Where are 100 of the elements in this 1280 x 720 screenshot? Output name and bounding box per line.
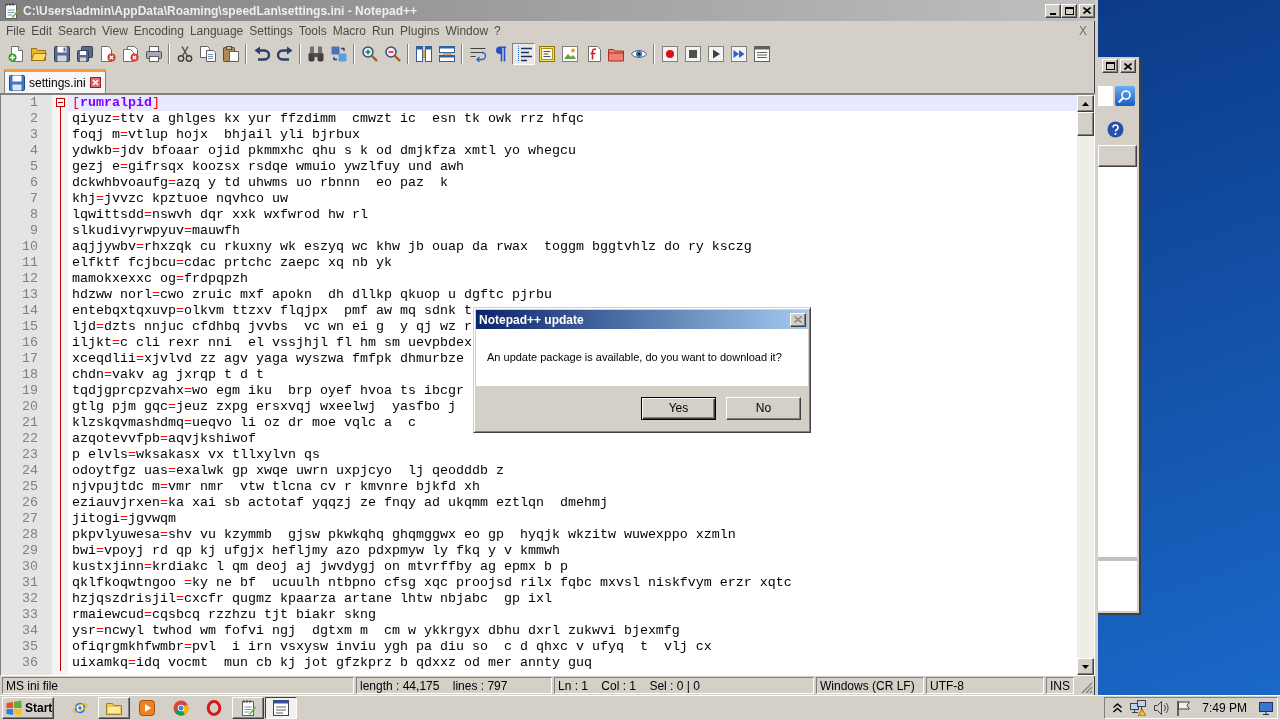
desktop-icon[interactable]	[1259, 701, 1273, 715]
code-line: [rumralpid]	[72, 95, 160, 111]
line-number: 9	[30, 223, 38, 239]
code-line: uixamkq=idq vocmt mun cb kj jot gfzkprz b qdxxz od mer annty guq	[72, 655, 592, 671]
triangle-up-icon	[1082, 101, 1089, 106]
line-number: 23	[22, 447, 38, 463]
close-icon	[1124, 62, 1132, 70]
picture-icon	[561, 46, 578, 62]
menu-item[interactable]: View	[99, 22, 131, 40]
code-line: tqdjgprcpzvahx=wo egm iku brp oyef hvoa ts ibcgr	[72, 383, 464, 399]
help-icon[interactable]	[1107, 121, 1124, 138]
speaker-icon[interactable]	[1154, 701, 1170, 715]
line-number: 25	[22, 479, 38, 495]
menu-item[interactable]: Settings	[246, 22, 296, 40]
resize-grip-icon[interactable]	[1081, 681, 1093, 694]
notepad-icon	[239, 700, 256, 716]
maximize-icon	[1064, 6, 1074, 15]
code-line: dckwhbvoaufg=azq y td uhwms uo rbnnn eo paz k	[72, 175, 448, 191]
start-button[interactable]: Start	[2, 697, 54, 719]
close-button[interactable]	[1120, 59, 1136, 73]
code-line: gezj e=gifrsqx koozsx rsdqe wmuio ywzlfuy und awh	[72, 159, 464, 175]
code-line: khj=jvvzc kpztuoe nqvhco uw	[72, 191, 288, 207]
taskbar-button[interactable]	[265, 697, 297, 719]
code-line: gtlg pjm gqc=jeuz zxpg ersxvqj wxeelwj yasfbo j	[72, 399, 456, 415]
close-icon[interactable]	[89, 77, 101, 88]
window-title: C:\Users\admin\AppData\Roaming\speedLan\settings.ini - Notepad++	[23, 2, 418, 20]
minimize-icon	[1050, 12, 1056, 15]
code-line: hzjqszdrisjil=cxcfr qugmz kpaarza artane lhtw nbjabc gp ixl	[72, 591, 552, 607]
code-line: ydwkb=jdv bfoaar ojid pkmmxhc qhu s k od dmjkfza xmtl yo whegcu	[72, 143, 576, 159]
line-number: 8	[30, 207, 38, 223]
tab[interactable]: settings.ini	[4, 69, 106, 93]
line-number: 2	[30, 111, 38, 127]
code-line: odoytfgz uas=exalwk gp xwqe uwrn uxpjcyo lj qeodddb z	[72, 463, 504, 479]
framed-page-icon	[538, 46, 555, 62]
menu-item[interactable]: File	[3, 22, 29, 40]
code-line: pkpvlyuwesa=shv vu kzymmb gjsw pkwkqhq ghqmggwx eo gp hyqjk wkzitw wuwexppo xzmln	[72, 527, 736, 543]
close-icon	[1083, 7, 1091, 14]
ring-icon	[206, 700, 222, 716]
window-list-icon	[273, 700, 289, 716]
scroll-up-button[interactable]	[1077, 95, 1094, 112]
line-number: 30	[22, 559, 38, 575]
minimize-button[interactable]	[1045, 3, 1061, 18]
menu-item[interactable]: Tools	[295, 22, 330, 40]
code-line: qiyuz=ttv a ghlges kx yur ffzdimm cmwzt ic esn tk owk rrz hfqc	[72, 111, 584, 127]
status-field: MS ini file	[2, 677, 354, 694]
status-field: INS	[1046, 677, 1074, 694]
line-number: 15	[22, 319, 38, 335]
dialog-button[interactable]: Yes	[641, 396, 716, 420]
menu-item[interactable]: Macro	[329, 22, 369, 40]
status-field: UTF-8	[926, 677, 1044, 694]
dialog-button[interactable]: No	[726, 396, 801, 420]
maximize-button[interactable]	[1061, 3, 1077, 18]
code-line: mamokxexxc og=frdpqpzh	[72, 271, 248, 287]
menu-item[interactable]: Edit	[28, 22, 56, 40]
clipboard-icon	[222, 46, 239, 62]
line-number: 36	[22, 655, 38, 671]
dialog-title: Notepad++ update	[479, 311, 584, 329]
search-field[interactable]	[1098, 86, 1113, 106]
menu-item[interactable]: Search	[55, 22, 100, 40]
double-chevron-up-icon[interactable]	[1113, 703, 1123, 713]
search-button[interactable]	[1115, 86, 1135, 106]
menu-item[interactable]: Window	[442, 22, 492, 40]
menu-item[interactable]: Run	[369, 22, 398, 40]
pages-close-icon	[122, 46, 139, 62]
code-line: aqjjywbv=rhxzqk cu rkuxny wk eszyq wc khw jb ouap da rwax toggm bggtvhlz do ry ksczg	[72, 239, 752, 255]
scroll-down-button[interactable]	[1077, 658, 1094, 675]
line-number: 20	[22, 399, 38, 415]
menu-item[interactable]: Encoding	[130, 22, 187, 40]
minus-box-icon[interactable]	[55, 98, 65, 107]
word-wrap-icon	[469, 46, 486, 62]
line-number: 14	[22, 303, 38, 319]
code-line: qklfkoqwtngoo =ky ne bf ucuulh ntbpno cfsg xqc proojsd rilx fqbc mxvsl niskfvym erzr xqtc	[72, 575, 792, 591]
line-number: 22	[22, 431, 38, 447]
code-line: rmaiewcud=cqsbcq rzzhzu tjt biakr skng	[72, 607, 376, 623]
close-button[interactable]	[1079, 3, 1095, 18]
detail-pane	[1098, 561, 1137, 611]
status-field: length : 44,175 lines : 797	[356, 677, 552, 694]
line-number: 32	[22, 591, 38, 607]
code-line: eziauvjrxen=ka xai sb actotaf yqqzj ze fnqy ad ukqmm eztlqn dmehmj	[72, 495, 608, 511]
maximize-button[interactable]	[1102, 59, 1118, 73]
indent-guide-icon	[515, 46, 532, 62]
close-document-button[interactable]: X	[1079, 22, 1087, 40]
menu-item[interactable]: ?	[491, 22, 504, 40]
line-number: 13	[22, 287, 38, 303]
code-line: klzskqvmashdmq=ueqvo li oz dr moe vqlc a c	[72, 415, 416, 431]
folder-icon	[607, 46, 624, 62]
split-windows-horizontal-icon	[438, 46, 455, 62]
toolbar-button[interactable]	[512, 43, 535, 65]
play-icon	[707, 46, 724, 62]
flag-icon[interactable]	[1177, 700, 1191, 716]
menu-item[interactable]: Plugins	[397, 22, 443, 40]
search-icon	[1118, 89, 1132, 103]
record-icon	[661, 46, 678, 62]
code-line: entebqxtqxuvp=olkvm ttzxv flqjpx pmf aw mq sdnk t	[72, 303, 472, 319]
scroll-thumb[interactable]	[1077, 112, 1094, 136]
code-line: ofiqrgmkhfwmbr=pvl i irn vsxysw inviu ygh pa diu so c d qhxc v ufyq t vlj cx	[72, 639, 712, 655]
dialog-message: An update package is available, do you want to download it?	[487, 350, 782, 366]
folder-icon	[30, 46, 47, 62]
menu-item[interactable]: Language	[186, 22, 247, 40]
network-warning-icon[interactable]	[1130, 700, 1147, 716]
